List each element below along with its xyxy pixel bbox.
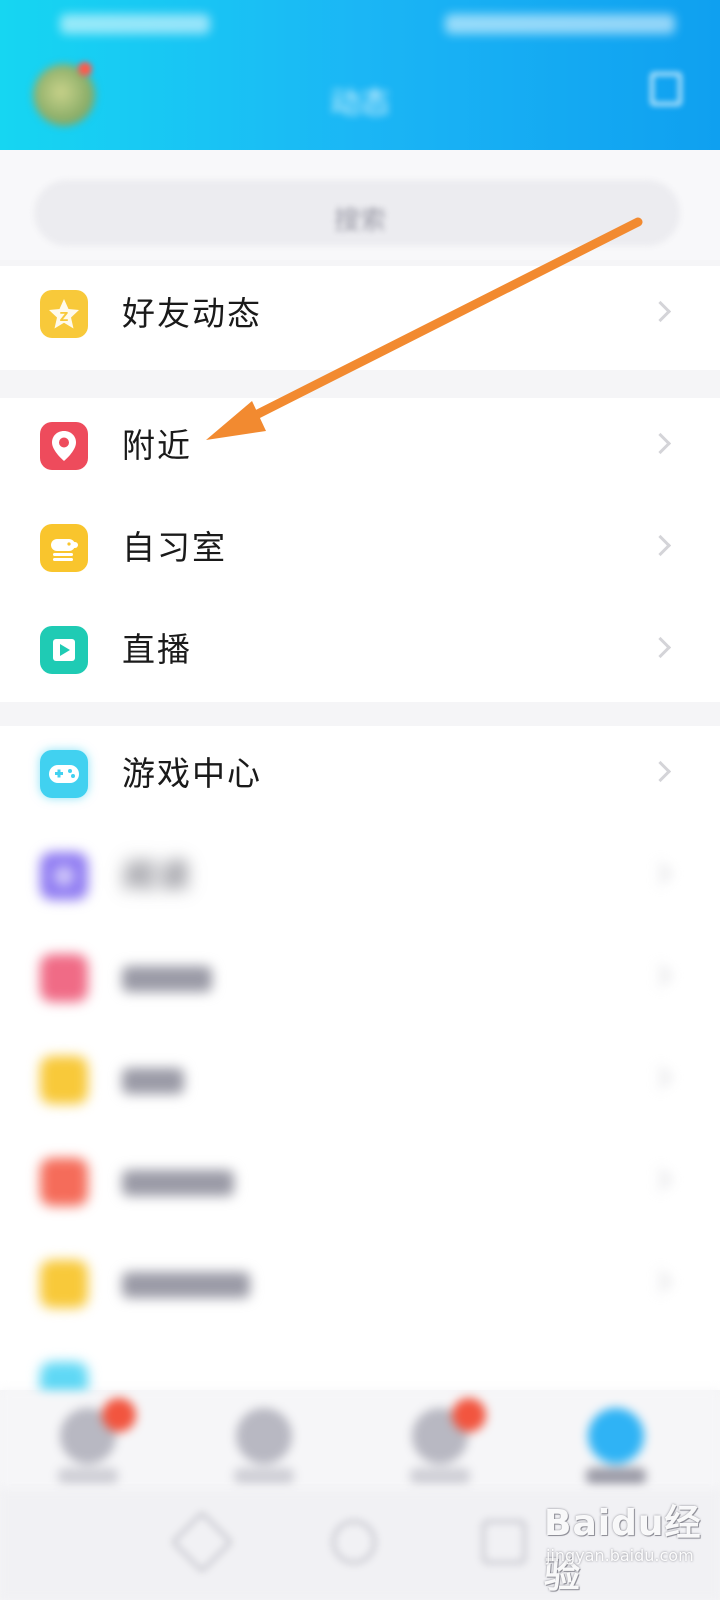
list-item-live[interactable]: 直播 — [0, 602, 720, 706]
chevron-right-icon — [649, 1270, 672, 1293]
list-item-label — [122, 1272, 250, 1298]
group-nearby: 附近 自习室 直播 — [0, 398, 720, 702]
gamepad-icon — [40, 750, 88, 798]
chevron-right-icon — [649, 636, 672, 659]
unread-badge — [102, 1398, 136, 1432]
page-title: 动态 — [330, 86, 390, 121]
recents-icon[interactable] — [482, 1520, 526, 1564]
bottom-tab-bar — [0, 1390, 720, 1490]
list-item-reading[interactable]: 阅读 — [0, 828, 720, 932]
location-pin-icon — [40, 422, 88, 470]
chevron-right-icon — [649, 760, 672, 783]
list-item-blurred[interactable] — [0, 1236, 720, 1340]
watermark-url: jingyan.baidu.com — [546, 1546, 694, 1565]
tab-label — [586, 1468, 646, 1484]
unread-badge — [452, 1398, 486, 1432]
status-bar — [55, 8, 675, 42]
reading-icon — [40, 852, 88, 900]
list-item-label — [122, 1170, 234, 1196]
chevron-right-icon — [649, 534, 672, 557]
list-item-game-center[interactable]: 游戏中心 — [0, 726, 720, 830]
list-item-blurred[interactable] — [0, 1134, 720, 1238]
avatar-status-dot — [78, 62, 92, 76]
live-icon — [40, 626, 88, 674]
app-icon — [40, 1260, 88, 1308]
list-item-blurred[interactable] — [0, 1032, 720, 1136]
app-icon — [40, 1056, 88, 1104]
list-item-friend-feed[interactable]: Z 好友动态 — [0, 266, 720, 370]
status-bar-left — [60, 14, 210, 34]
list-item-nearby[interactable]: 附近 — [0, 398, 720, 502]
app-icon — [40, 954, 88, 1002]
chevron-right-icon — [649, 964, 672, 987]
tab-label — [234, 1468, 294, 1484]
list-item-label: 附近 — [122, 426, 192, 465]
chevron-right-icon — [649, 1066, 672, 1089]
tab-feed[interactable] — [588, 1408, 644, 1464]
list-item-label: 好友动态 — [122, 294, 262, 333]
svg-text:Z: Z — [60, 310, 69, 324]
star-icon: Z — [40, 290, 88, 338]
back-icon[interactable] — [170, 1510, 234, 1574]
home-icon[interactable] — [332, 1520, 376, 1564]
tab-contacts[interactable] — [236, 1408, 292, 1464]
tab-label — [410, 1468, 470, 1484]
group-more: 游戏中心 阅读 — [0, 726, 720, 1410]
chevron-right-icon — [649, 432, 672, 455]
chevron-right-icon — [649, 1168, 672, 1191]
watermark: Baidu经验 jingyan.baidu.com — [540, 1488, 712, 1600]
list-item-label — [122, 1068, 184, 1094]
group-friends: Z 好友动态 — [0, 266, 720, 370]
search-area: 搜索 — [0, 150, 720, 260]
list-item-study-room[interactable]: 自习室 — [0, 500, 720, 604]
list-item-label: 阅读 — [122, 856, 192, 895]
header-bar: 动态 — [0, 0, 720, 150]
feature-list: 搜索 Z 好友动态 附近 自习室 直播 游戏中心 阅读 — [0, 150, 720, 1410]
list-item-label: 直播 — [122, 630, 192, 669]
status-bar-right — [445, 14, 675, 34]
app-icon — [40, 1158, 88, 1206]
list-item-label: 游戏中心 — [122, 754, 262, 793]
chevron-right-icon — [649, 862, 672, 885]
list-item-label — [122, 966, 212, 992]
study-room-icon — [40, 524, 88, 572]
list-item-blurred[interactable] — [0, 930, 720, 1034]
chevron-right-icon — [649, 300, 672, 323]
search-placeholder: 搜索 — [333, 206, 386, 236]
tab-label — [58, 1468, 118, 1484]
edit-icon[interactable] — [650, 72, 682, 106]
list-item-label: 自习室 — [122, 528, 227, 567]
